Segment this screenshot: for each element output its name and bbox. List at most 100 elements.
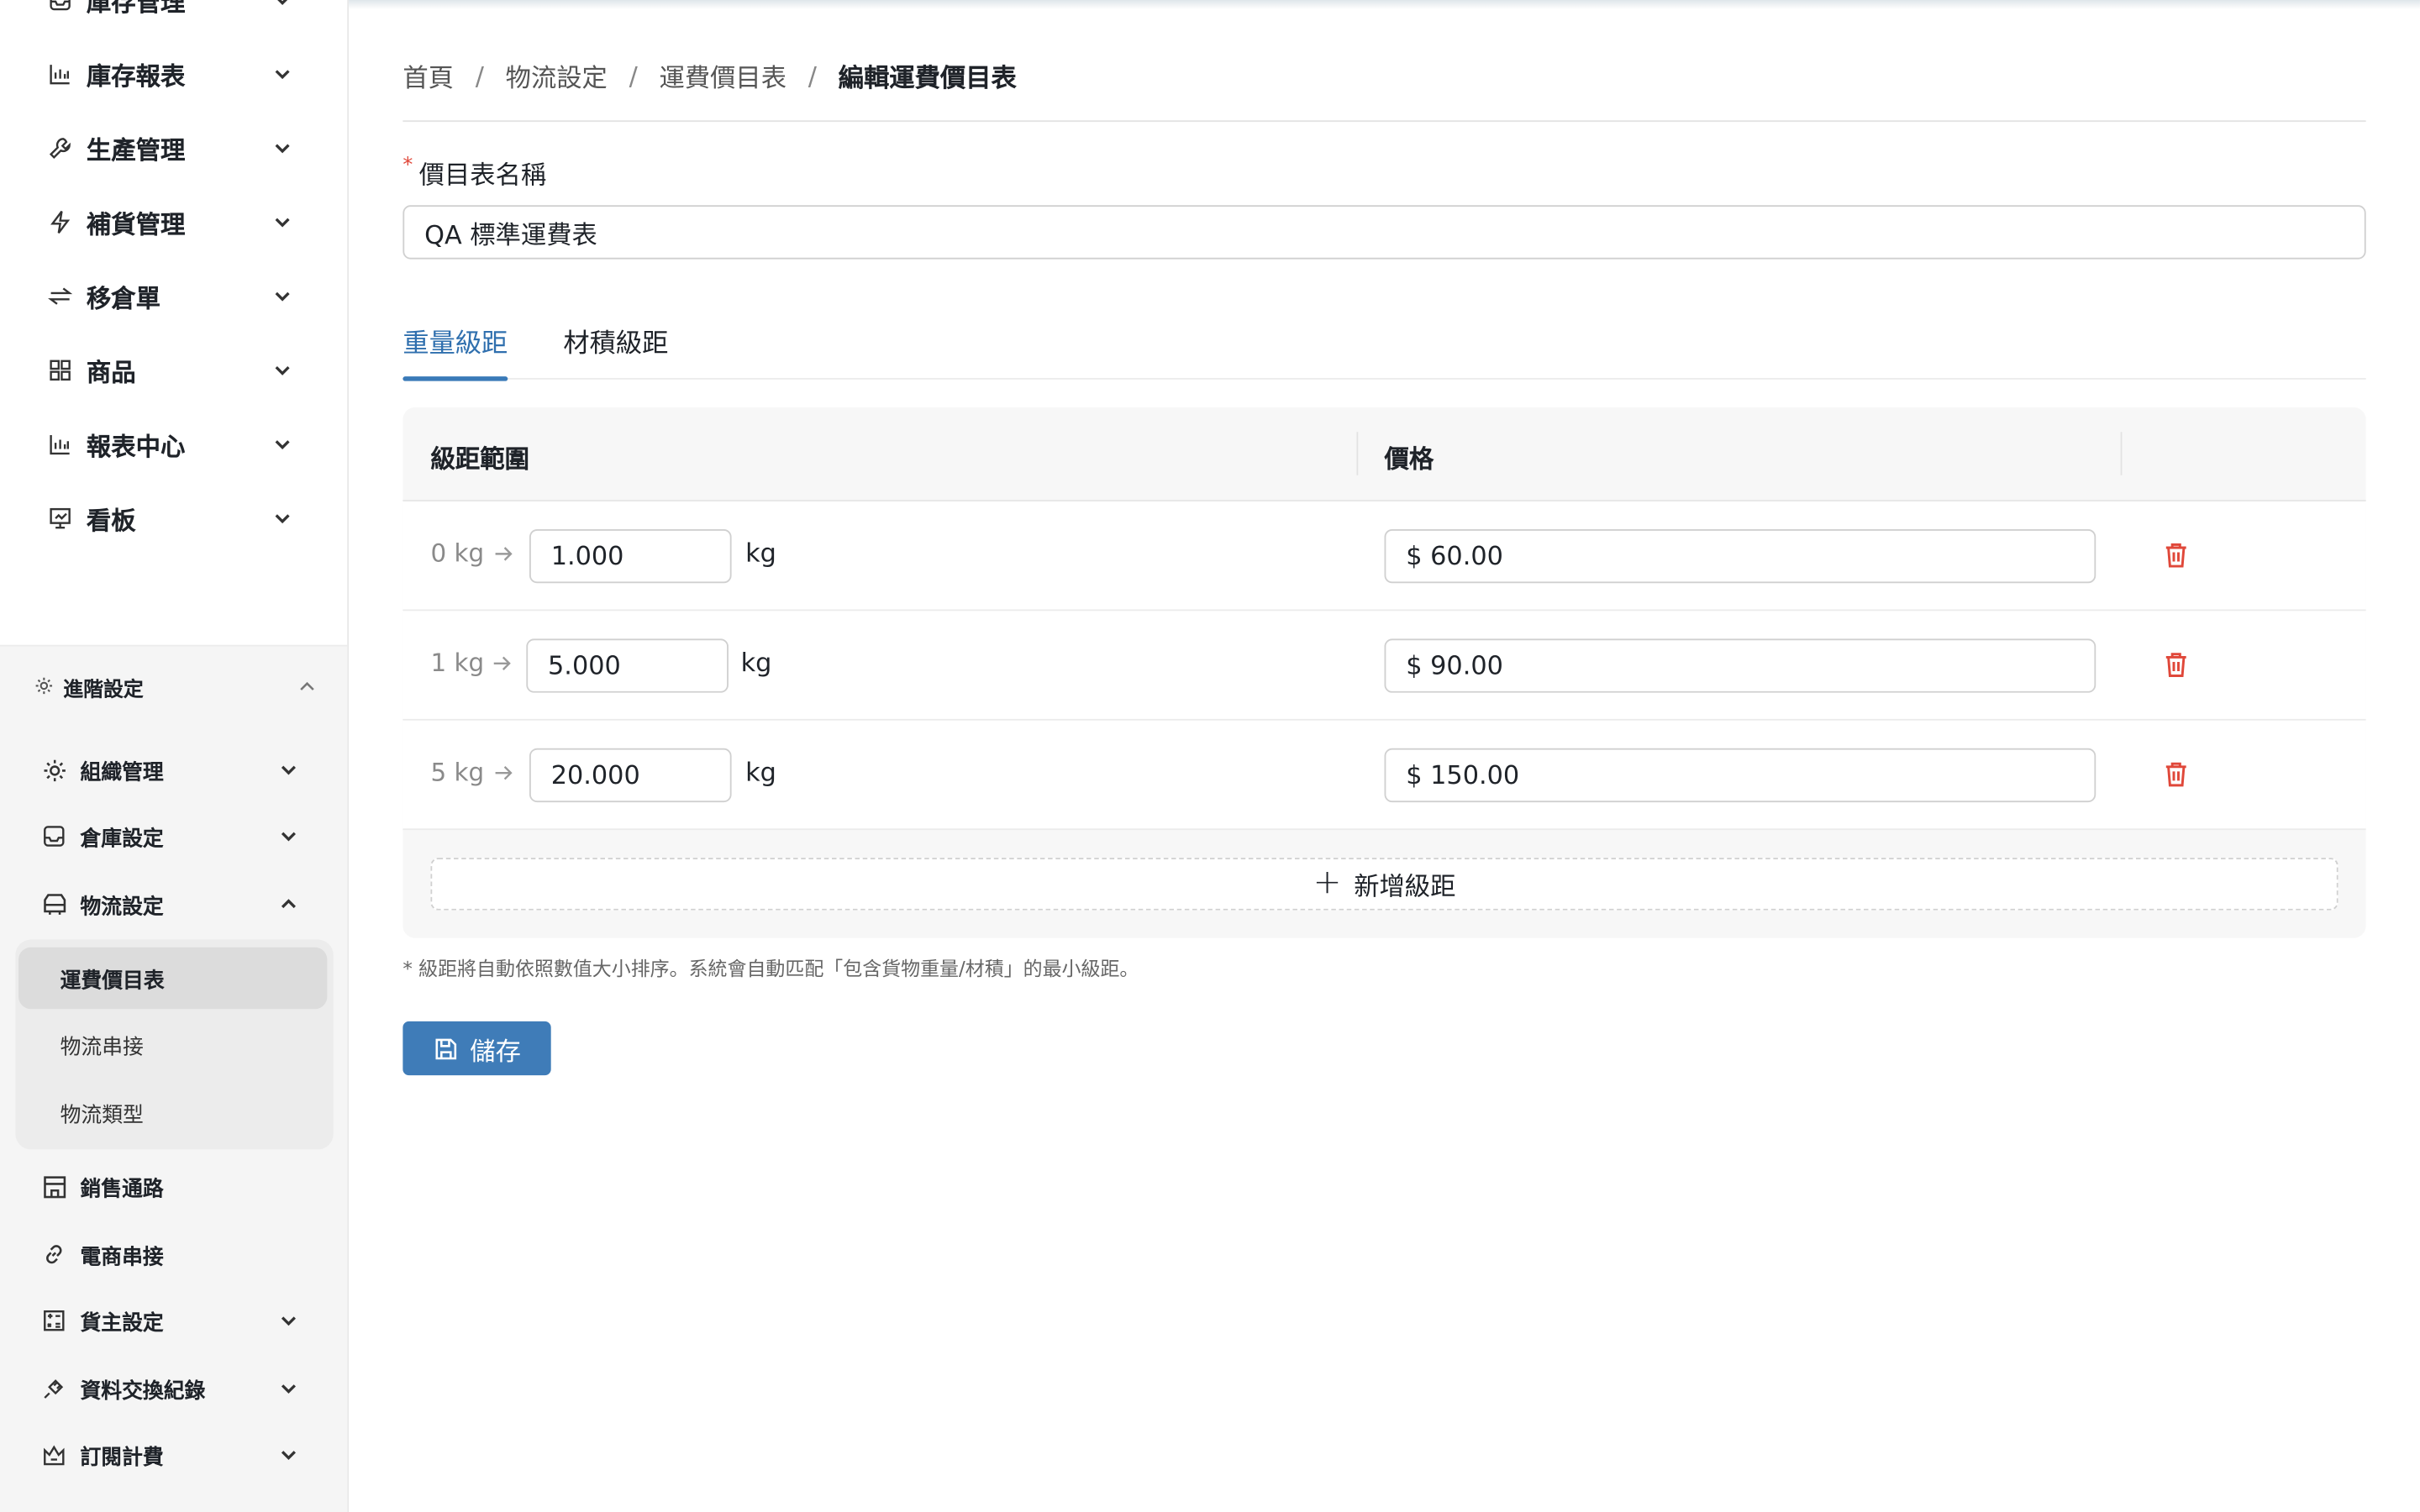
breadcrumb-current: 編輯運費價目表 [838, 63, 1017, 93]
chevron-up-icon [281, 899, 296, 909]
breadcrumb-separator: / [629, 60, 638, 91]
advanced-settings-section: 進階設定 組織管理 倉庫設定 物流設定 運費價目表 物流串接 物流類型 銷售通路… [0, 644, 348, 1512]
sidebar-menu: 庫存管理 庫存報表 生產管理 補貨管理 移倉單 商品 報表中心 看板 [0, 0, 347, 555]
sidebar-item-logistics-integration[interactable]: 物流串接 [18, 1014, 327, 1075]
plug-icon [40, 1374, 68, 1402]
chevron-down-icon [281, 1451, 296, 1461]
required-mark: * [402, 154, 413, 178]
inbox-icon [40, 822, 68, 850]
gear-icon [34, 672, 54, 701]
tab-weight-tiers[interactable]: 重量級距 [402, 321, 508, 381]
table-row: 1 kg kg [402, 611, 2366, 721]
sidebar-item-shipping-rates[interactable]: 運費價目表 [18, 947, 328, 1010]
sidebar-item-report-center[interactable]: 報表中心 [0, 407, 347, 481]
chevron-down-icon [277, 0, 288, 6]
unit-label: kg [745, 538, 776, 568]
tab-volume-tiers[interactable]: 材積級距 [563, 321, 668, 380]
breadcrumb-shipping-rates[interactable]: 運費價目表 [660, 57, 787, 94]
breadcrumb-separator: / [475, 60, 484, 91]
sidebar-item-dashboard[interactable]: 看板 [0, 481, 347, 555]
lightning-icon [46, 208, 74, 236]
help-note: * 級距將自動依照數值大小排序。系統會自動匹配「包含貨物重量/材積」的最小級距。 [402, 956, 1139, 980]
chevron-down-icon [275, 218, 290, 228]
advanced-settings-header[interactable]: 進階設定 [0, 647, 347, 727]
sidebar: 庫存管理 庫存報表 生產管理 補貨管理 移倉單 商品 報表中心 看板 進階設定 … [0, 0, 350, 1512]
sidebar-item-owner-settings[interactable]: 貨主設定 [0, 1287, 347, 1355]
arrow-right-icon [495, 765, 513, 780]
arrow-right-icon [493, 656, 511, 670]
save-icon [433, 1036, 457, 1060]
chevron-down-icon [281, 1384, 296, 1394]
table-header: 級距範圍 價格 [402, 407, 2366, 501]
store-icon [40, 1173, 68, 1200]
chevron-down-icon [281, 765, 296, 775]
range-to-input[interactable] [529, 528, 732, 584]
price-input[interactable] [1384, 638, 2096, 693]
price-input[interactable] [1384, 748, 2096, 803]
transfer-icon [46, 282, 74, 310]
crown-icon [40, 1441, 68, 1468]
range-to-input[interactable] [529, 748, 732, 803]
tier-table: 級距範圍 價格 0 kg kg 1 kg kg [402, 407, 2366, 938]
header-divider [402, 120, 2366, 123]
table-row: 5 kg kg [402, 720, 2366, 831]
sidebar-item-data-exchange-log[interactable]: 資料交換紀錄 [0, 1355, 347, 1423]
tier-tabs: 重量級距 材積級距 [402, 308, 2366, 381]
wrench-icon [46, 134, 74, 162]
rate-table-name-input[interactable] [402, 205, 2366, 260]
sidebar-item-warehouse-settings[interactable]: 倉庫設定 [0, 802, 347, 870]
link-icon [40, 1241, 68, 1268]
unit-label: kg [740, 648, 772, 678]
chevron-down-icon [275, 365, 290, 375]
chevron-down-icon [275, 440, 290, 449]
chevron-down-icon [281, 1316, 296, 1326]
bar-chart-icon [46, 430, 74, 458]
sidebar-item-inventory-report[interactable]: 庫存報表 [0, 37, 347, 111]
save-button[interactable]: 儲存 [402, 1021, 551, 1076]
add-tier-button[interactable]: + 新增級距 [430, 858, 2338, 911]
chevron-down-icon [275, 514, 290, 524]
column-divider [2120, 432, 2123, 475]
chevron-down-icon [275, 144, 290, 154]
breadcrumb: 首頁 / 物流設定 / 運費價目表 / 編輯運費價目表 [402, 55, 1016, 96]
trash-icon[interactable] [2160, 540, 2191, 571]
sidebar-item-logistics-types[interactable]: 物流類型 [18, 1082, 327, 1143]
truck-icon [40, 890, 68, 918]
sidebar-item-production[interactable]: 生產管理 [0, 111, 347, 185]
calculator-icon [40, 1307, 68, 1335]
sidebar-item-transfer[interactable]: 移倉單 [0, 260, 347, 333]
sidebar-item-inventory[interactable]: 庫存管理 [0, 0, 347, 37]
bar-chart-icon [46, 60, 74, 88]
column-divider [1356, 432, 1359, 475]
name-field-label: * 價目表名稱 [402, 154, 547, 190]
column-header-price: 價格 [1384, 444, 1434, 474]
range-from: 1 kg [430, 648, 485, 678]
sidebar-item-ecommerce-integration[interactable]: 電商串接 [0, 1221, 347, 1289]
presentation-icon [46, 505, 74, 533]
arrow-right-icon [495, 547, 513, 561]
chevron-down-icon [281, 832, 296, 842]
sidebar-item-replenish[interactable]: 補貨管理 [0, 185, 347, 259]
breadcrumb-home[interactable]: 首頁 [402, 57, 454, 94]
breadcrumb-separator: / [808, 60, 817, 91]
grid-icon [46, 356, 74, 384]
sidebar-item-logistics-settings[interactable]: 物流設定 [0, 870, 347, 938]
range-from: 0 kg [430, 538, 485, 568]
trash-icon[interactable] [2160, 649, 2191, 680]
breadcrumb-logistics[interactable]: 物流設定 [506, 57, 608, 94]
price-input[interactable] [1384, 528, 2096, 584]
inbox-icon [46, 0, 74, 14]
sidebar-item-products[interactable]: 商品 [0, 333, 347, 407]
plus-icon: + [1313, 864, 1342, 903]
chevron-down-icon [275, 70, 290, 80]
range-to-input[interactable] [526, 638, 729, 693]
column-header-range: 級距範圍 [430, 444, 530, 474]
sidebar-item-subscription-billing[interactable]: 訂閱計費 [0, 1421, 347, 1489]
unit-label: kg [745, 757, 776, 787]
chevron-up-icon [300, 681, 314, 690]
gear-icon [40, 756, 68, 784]
sidebar-item-organization[interactable]: 組織管理 [0, 736, 347, 804]
trash-icon[interactable] [2160, 759, 2191, 790]
header-shadow [349, 0, 2420, 10]
sidebar-item-sales-channels[interactable]: 銷售通路 [0, 1152, 347, 1221]
